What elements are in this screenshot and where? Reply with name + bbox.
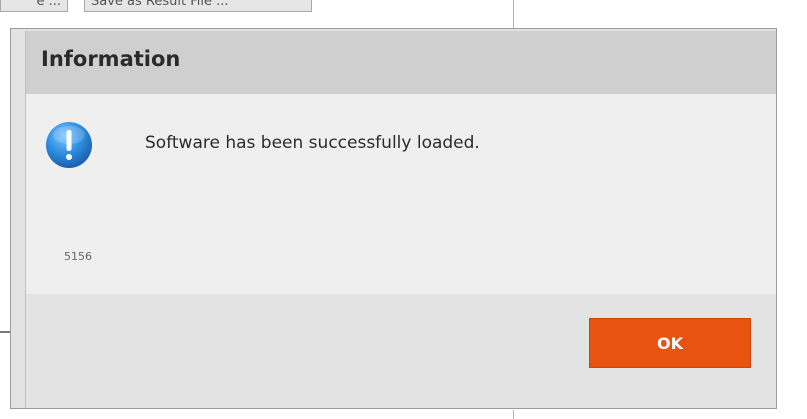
message-code: 5156: [64, 250, 92, 263]
dialog-title: Information: [41, 47, 181, 71]
dialog-footer: OK: [26, 294, 776, 408]
dialog-content: Software has been successfully loaded. 5…: [26, 94, 776, 294]
dialog-frame: Information Software has been successful…: [25, 31, 776, 408]
background-divider-bottom: [513, 410, 514, 419]
background-divider: [513, 0, 514, 28]
save-as-result-file-button[interactable]: Save as Result File ...: [84, 0, 312, 12]
background-button-left[interactable]: e ...: [0, 0, 68, 12]
info-exclamation-icon: [46, 122, 92, 168]
background-tick: [0, 331, 10, 333]
dialog-title-bar[interactable]: Information: [26, 31, 776, 94]
ok-button[interactable]: OK: [589, 318, 751, 368]
screen: e ... Save as Result File ... Informatio…: [0, 0, 807, 419]
dialog-message: Software has been successfully loaded.: [145, 133, 480, 153]
information-dialog: Information Software has been successful…: [10, 28, 777, 409]
